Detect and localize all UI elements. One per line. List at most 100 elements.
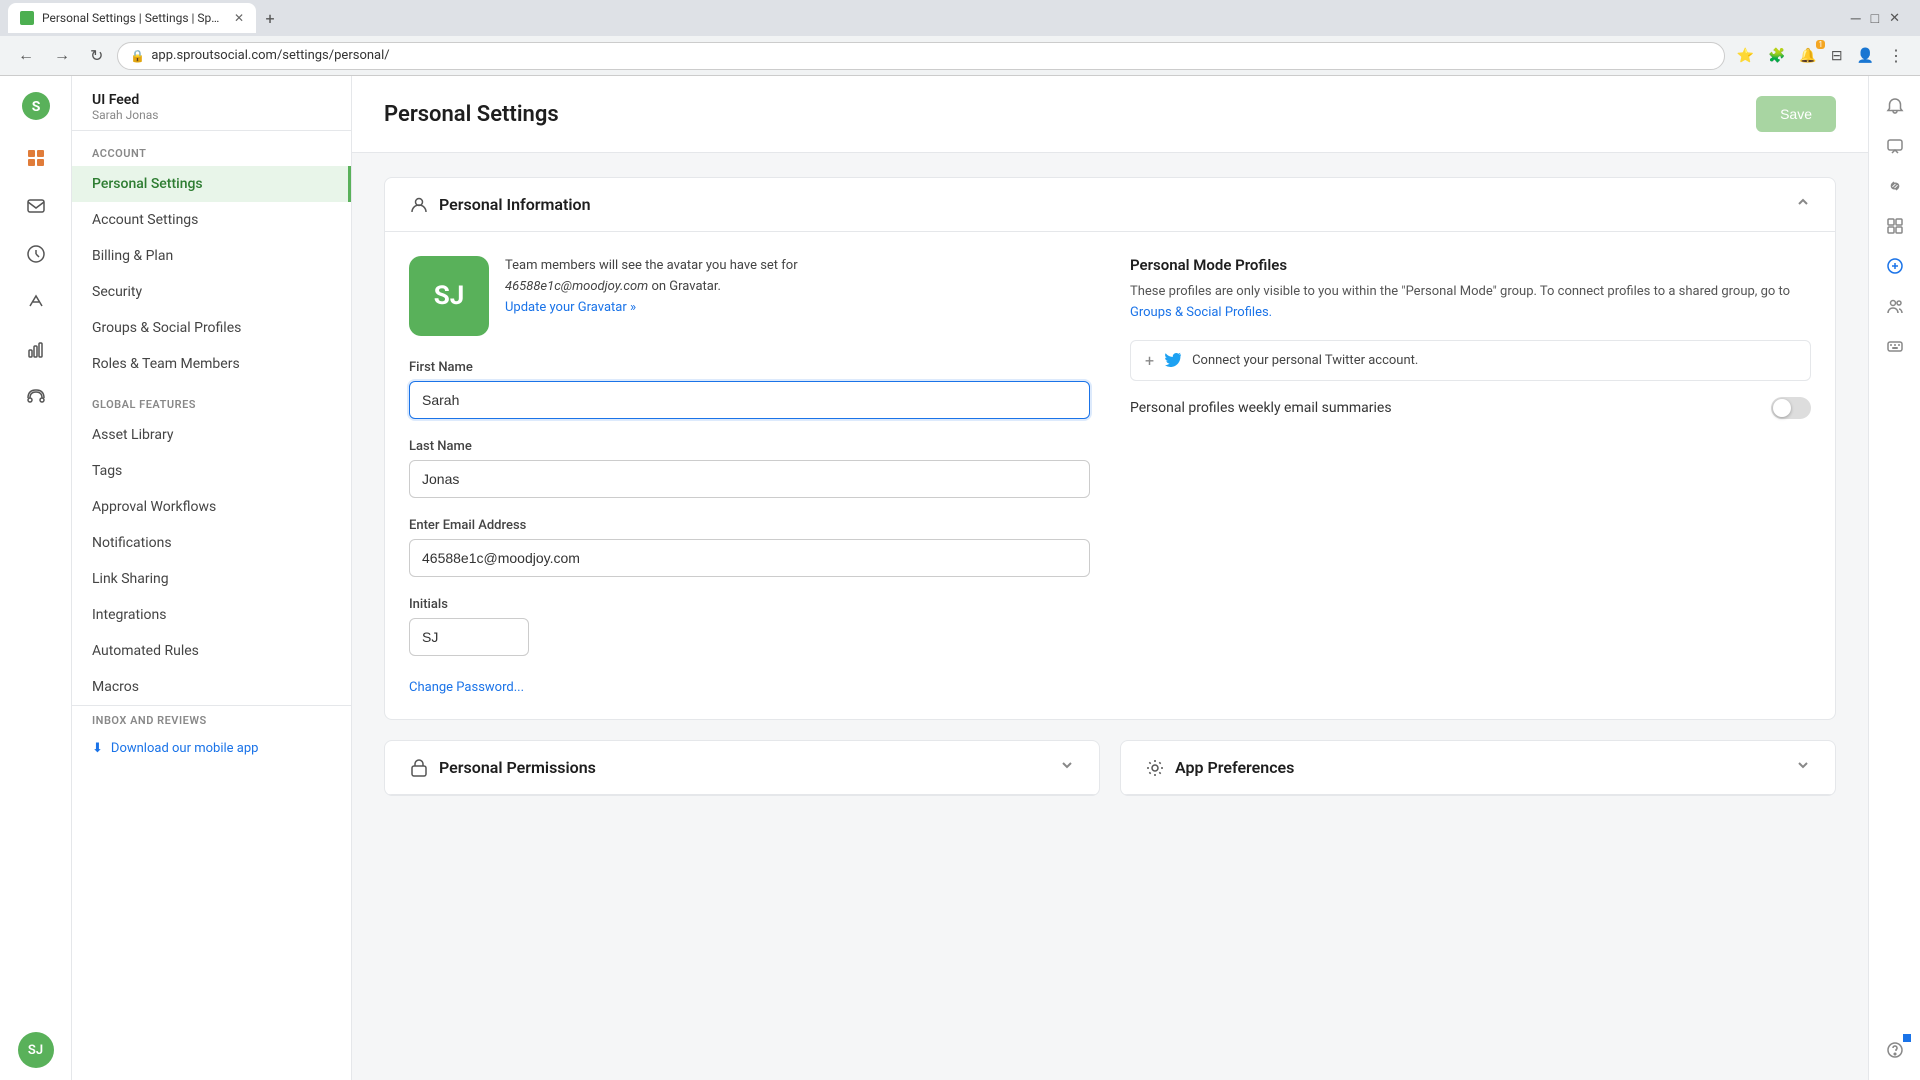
personal-permissions-title-text: Personal Permissions bbox=[439, 758, 596, 777]
nav-item-notifications[interactable]: Notifications bbox=[72, 525, 351, 561]
notification-bell-browser[interactable]: 🔔1 bbox=[1795, 44, 1820, 68]
first-name-group: First Name bbox=[409, 360, 1090, 419]
global-section-label: Global Features bbox=[72, 382, 351, 417]
groups-link[interactable]: Groups & Social Profiles. bbox=[1130, 305, 1272, 320]
user-avatar-sidebar[interactable]: SJ bbox=[18, 1032, 54, 1068]
download-icon: ⬇ bbox=[92, 741, 103, 756]
brand-logo[interactable]: S bbox=[18, 88, 54, 124]
forward-button[interactable]: → bbox=[48, 43, 76, 69]
nav-item-integrations[interactable]: Integrations bbox=[72, 597, 351, 633]
first-name-input[interactable] bbox=[409, 381, 1090, 419]
nav-item-security[interactable]: Security bbox=[72, 274, 351, 310]
menu-icon[interactable]: ⋮ bbox=[1884, 42, 1908, 69]
right-keyboard-icon[interactable] bbox=[1877, 328, 1913, 364]
personal-info-header: Personal Information bbox=[385, 178, 1835, 232]
sidebar-publish-icon[interactable] bbox=[14, 280, 58, 324]
person-icon bbox=[409, 195, 429, 215]
app-preferences-title-text: App Preferences bbox=[1175, 758, 1294, 777]
nav-item-label-automated-rules: Automated Rules bbox=[92, 643, 199, 659]
right-messages-icon[interactable] bbox=[1877, 128, 1913, 164]
personal-info-collapse-button[interactable] bbox=[1795, 194, 1811, 215]
nav-header: UI Feed Sarah Jonas bbox=[72, 76, 351, 131]
connect-twitter-button[interactable]: + Connect your personal Twitter account. bbox=[1130, 340, 1811, 381]
personal-info-title-text: Personal Information bbox=[439, 195, 591, 214]
form-left-column: SJ Team members will see the avatar you … bbox=[409, 256, 1090, 695]
email-input[interactable] bbox=[409, 539, 1090, 577]
last-name-input[interactable] bbox=[409, 460, 1090, 498]
sidebar-reports-icon[interactable] bbox=[14, 328, 58, 372]
profile-icon[interactable]: 👤 bbox=[1853, 44, 1878, 68]
svg-text:S: S bbox=[31, 99, 40, 115]
refresh-button[interactable]: ↻ bbox=[84, 42, 109, 70]
url-display: app.sproutsocial.com/settings/personal/ bbox=[151, 48, 389, 63]
nav-item-label-approval: Approval Workflows bbox=[92, 499, 216, 515]
nav-header-subtitle: Sarah Jonas bbox=[92, 108, 331, 122]
sidebar-inbox-icon[interactable] bbox=[14, 184, 58, 228]
weekly-email-toggle[interactable] bbox=[1771, 397, 1811, 419]
window-layout-icon[interactable]: ⊟ bbox=[1827, 44, 1847, 68]
inbox-section-label: Inbox and Reviews bbox=[72, 705, 351, 733]
personal-mode-desc: These profiles are only visible to you w… bbox=[1130, 282, 1811, 324]
extensions-icon[interactable]: 🧩 bbox=[1764, 44, 1789, 68]
nav-item-tags[interactable]: Tags bbox=[72, 453, 351, 489]
nav-item-label-tags: Tags bbox=[92, 463, 122, 479]
personal-info-body: SJ Team members will see the avatar you … bbox=[385, 232, 1835, 719]
twitter-icon bbox=[1164, 351, 1182, 369]
gravatar-link[interactable]: Update your Gravatar » bbox=[505, 300, 636, 315]
right-grid-icon[interactable] bbox=[1877, 208, 1913, 244]
icon-sidebar: S bbox=[0, 76, 72, 1080]
right-team-icon[interactable] bbox=[1877, 288, 1913, 324]
nav-item-label-account-settings: Account Settings bbox=[92, 212, 198, 228]
nav-item-billing[interactable]: Billing & Plan bbox=[72, 238, 351, 274]
sidebar-feed-icon[interactable] bbox=[14, 136, 58, 180]
save-button[interactable]: Save bbox=[1756, 96, 1836, 132]
download-app-link[interactable]: ⬇ Download our mobile app bbox=[72, 733, 351, 764]
email-label: Enter Email Address bbox=[409, 518, 1090, 533]
weekly-email-label: Personal profiles weekly email summaries bbox=[1130, 400, 1392, 416]
nav-item-account-settings[interactable]: Account Settings bbox=[72, 202, 351, 238]
initials-input[interactable] bbox=[409, 618, 529, 656]
nav-item-asset-library[interactable]: Asset Library bbox=[72, 417, 351, 453]
avatar-row: SJ Team members will see the avatar you … bbox=[409, 256, 1090, 336]
last-name-group: Last Name bbox=[409, 439, 1090, 498]
main-header: Personal Settings Save bbox=[352, 76, 1868, 153]
connect-twitter-text: Connect your personal Twitter account. bbox=[1192, 353, 1418, 368]
main-content: Personal Settings Save Personal Informat… bbox=[352, 76, 1868, 1080]
nav-item-automated-rules[interactable]: Automated Rules bbox=[72, 633, 351, 669]
nav-sidebar: UI Feed Sarah Jonas Account Personal Set… bbox=[72, 76, 352, 1080]
download-link-text: Download our mobile app bbox=[111, 741, 259, 756]
back-button[interactable]: ← bbox=[12, 43, 40, 69]
personal-info-title: Personal Information bbox=[409, 195, 591, 215]
nav-item-macros[interactable]: Macros bbox=[72, 669, 351, 705]
right-link-icon[interactable] bbox=[1877, 168, 1913, 204]
preferences-icon bbox=[1145, 758, 1165, 778]
nav-item-personal-settings[interactable]: Personal Settings bbox=[72, 166, 351, 202]
bookmark-icon[interactable]: ⭐ bbox=[1733, 44, 1758, 68]
permissions-collapse-button[interactable] bbox=[1059, 757, 1075, 778]
tab-title: Personal Settings | Settings | Spr... bbox=[42, 11, 222, 25]
sidebar-tasks-icon[interactable] bbox=[14, 232, 58, 276]
nav-item-link-sharing[interactable]: Link Sharing bbox=[72, 561, 351, 597]
page-title: Personal Settings bbox=[384, 102, 559, 127]
nav-item-roles[interactable]: Roles & Team Members bbox=[72, 346, 351, 382]
right-help-icon[interactable] bbox=[1877, 1032, 1913, 1068]
new-tab-button[interactable]: + bbox=[256, 4, 284, 32]
nav-item-label-notifications: Notifications bbox=[92, 535, 172, 551]
address-bar[interactable]: 🔒 app.sproutsocial.com/settings/personal… bbox=[117, 42, 1724, 70]
right-notifications-icon[interactable] bbox=[1877, 88, 1913, 124]
browser-tab[interactable]: Personal Settings | Settings | Spr... ✕ bbox=[8, 3, 256, 33]
user-avatar-large: SJ bbox=[409, 256, 489, 336]
nav-item-approval[interactable]: Approval Workflows bbox=[72, 489, 351, 525]
personal-mode-title: Personal Mode Profiles bbox=[1130, 256, 1811, 274]
nav-item-label-macros: Macros bbox=[92, 679, 139, 695]
email-group: Enter Email Address bbox=[409, 518, 1090, 577]
form-right-column: Personal Mode Profiles These profiles ar… bbox=[1130, 256, 1811, 695]
change-password-link[interactable]: Change Password... bbox=[409, 680, 524, 695]
lock-icon: 🔒 bbox=[130, 49, 145, 63]
nav-item-groups[interactable]: Groups & Social Profiles bbox=[72, 310, 351, 346]
favicon bbox=[20, 11, 34, 25]
preferences-collapse-button[interactable] bbox=[1795, 757, 1811, 778]
right-compose-icon[interactable] bbox=[1877, 248, 1913, 284]
close-tab-button[interactable]: ✕ bbox=[234, 11, 244, 25]
sidebar-listen-icon[interactable] bbox=[14, 376, 58, 420]
